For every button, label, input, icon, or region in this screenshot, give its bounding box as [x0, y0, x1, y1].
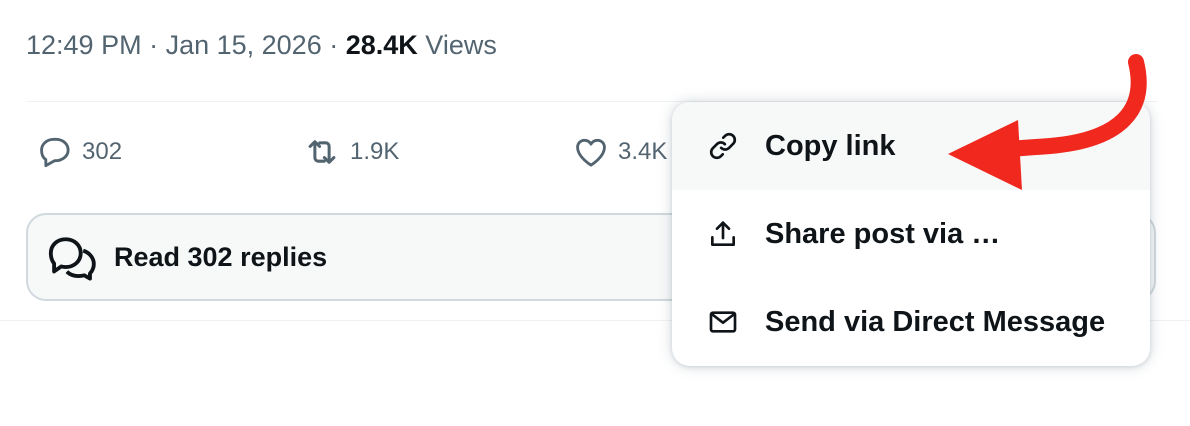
- reply-count: 302: [82, 138, 123, 165]
- like-button[interactable]: 3.4K: [572, 130, 667, 174]
- menu-item-send-dm[interactable]: Send via Direct Message: [672, 278, 1150, 366]
- menu-item-label: Send via Direct Message: [765, 305, 1106, 338]
- meta-separator: ·: [141, 30, 166, 60]
- link-icon: [706, 129, 740, 163]
- read-replies-label: Read 302 replies: [114, 241, 328, 272]
- post-meta: 12:49 PM · Jan 15, 2026 · 28.4K Views: [26, 30, 497, 61]
- share-menu: Copy link Share post via … Send via Dire…: [672, 102, 1150, 366]
- upload-share-icon: [706, 217, 740, 251]
- views-count: 28.4K: [345, 30, 418, 60]
- post-time[interactable]: 12:49 PM: [26, 30, 142, 60]
- post-date[interactable]: Jan 15, 2026: [166, 30, 322, 60]
- repost-count: 1.9K: [350, 138, 400, 165]
- reply-button[interactable]: 302: [36, 130, 122, 174]
- views-label: Views: [425, 30, 497, 60]
- reply-icon: [40, 137, 70, 168]
- menu-item-label: Copy link: [765, 129, 896, 162]
- envelope-icon: [706, 305, 740, 339]
- meta-separator: ·: [321, 30, 346, 60]
- menu-item-label: Share post via …: [765, 217, 1001, 250]
- repost-icon: [308, 140, 336, 164]
- heart-icon: [576, 138, 606, 167]
- menu-item-share-post[interactable]: Share post via …: [672, 190, 1150, 278]
- menu-item-copy-link[interactable]: Copy link: [672, 102, 1150, 190]
- repost-button[interactable]: 1.9K: [302, 130, 399, 174]
- like-count: 3.4K: [618, 138, 668, 165]
- conversation-icon: [48, 237, 96, 281]
